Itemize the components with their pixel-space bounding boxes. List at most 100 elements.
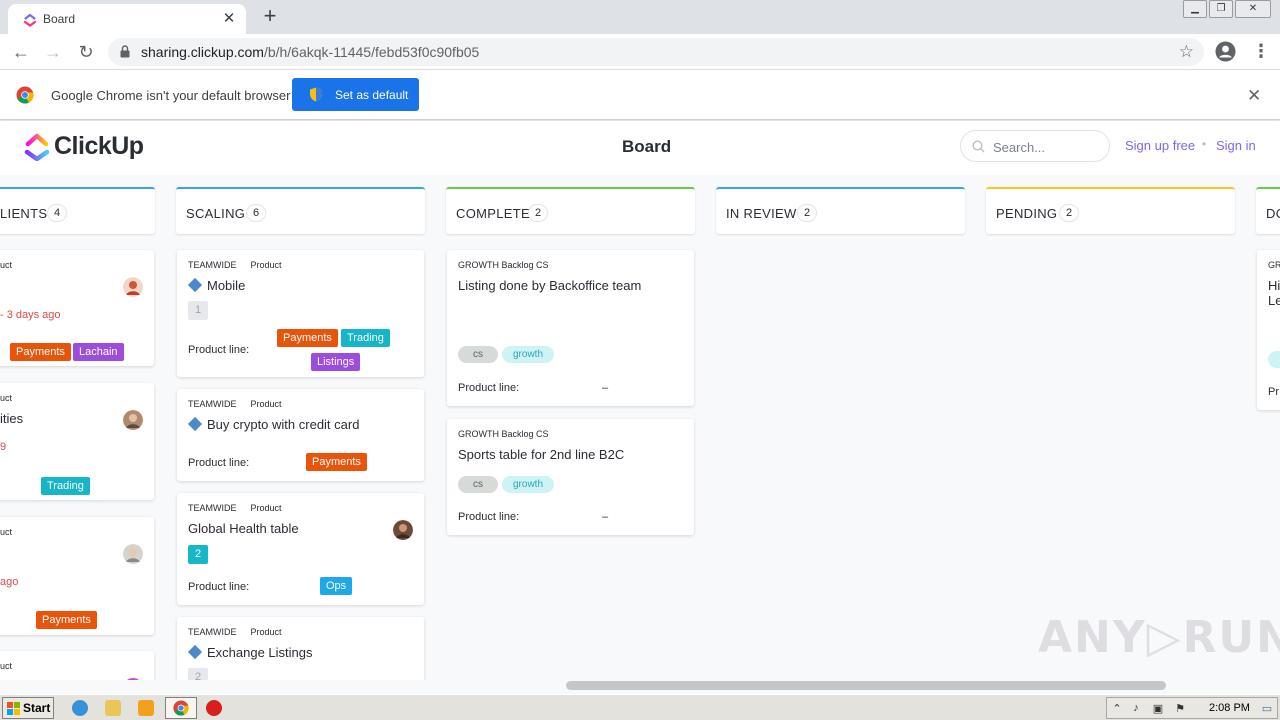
chrome-taskbar-icon: [173, 700, 189, 716]
infobar-close-icon[interactable]: ✕: [1247, 86, 1261, 106]
task-card-mobile[interactable]: TEAMWIDE Product Mobile 1 Product line: P…: [177, 250, 424, 377]
tab-close-icon[interactable]: ✕: [220, 10, 238, 28]
task-card-exchange-listings[interactable]: TEAMWIDE Product Exchange Listings 2: [177, 617, 424, 680]
tag-growth: growth: [502, 476, 554, 493]
subtask-count[interactable]: 1: [188, 301, 208, 320]
tray-expand-icon[interactable]: ⌃: [1110, 702, 1124, 716]
profile-avatar-icon[interactable]: [1215, 41, 1236, 62]
due-date: ago: [0, 576, 19, 588]
crumb-space: TEAMWIDE: [188, 503, 237, 513]
card-title: Buy crypto with credit card: [207, 417, 360, 432]
task-card-sports-table[interactable]: GROWTH Backlog CS Sports table for 2nd l…: [447, 419, 694, 535]
infobar-message: Google Chrome isn't your default browser: [51, 88, 291, 103]
windows-taskbar: Start ⌃ ♪ ▣ ⚑ 2:08 PM ▭: [0, 694, 1280, 720]
tag-trading: Trading: [341, 329, 390, 347]
crumb-list: Product: [250, 399, 282, 409]
volume-icon[interactable]: ♪: [1129, 702, 1143, 716]
task-card[interactable]: uct: [0, 651, 154, 680]
search-icon: [972, 140, 985, 153]
product-line-value: –: [602, 382, 609, 394]
forward-arrow-icon[interactable]: →: [41, 40, 65, 64]
sign-in-link[interactable]: Sign in: [1216, 138, 1256, 153]
clickup-logo-icon: [24, 133, 50, 161]
column-header-pending[interactable]: PENDING 2: [986, 187, 1235, 234]
column-name: DO: [1266, 206, 1280, 221]
flag-icon[interactable]: ⚑: [1173, 702, 1187, 716]
board: LIENTS 4 SCALING 6 COMPLETE 2 IN REVIEW …: [0, 175, 1280, 680]
column-header-do[interactable]: DO: [1256, 187, 1280, 234]
show-desktop-icon[interactable]: ▭: [1260, 702, 1274, 716]
internet-explorer-icon[interactable]: [72, 700, 88, 716]
crumb-list: Product: [250, 627, 282, 637]
task-card[interactable]: GR Hi Le g Pr: [1257, 250, 1280, 410]
assignee-avatar: [123, 678, 143, 680]
search-box[interactable]: [960, 130, 1110, 162]
board-horizontal-scrollbar[interactable]: [566, 681, 1166, 690]
clickup-header: ClickUp Board Sign up free • Sign in: [0, 121, 1280, 175]
card-crumb: TEAMWIDE Product: [188, 503, 282, 513]
card-crumb: TEAMWIDE Product: [188, 399, 282, 409]
crumb-space: TEAMWIDE: [188, 260, 237, 270]
card-crumb: GROWTH Backlog CS: [458, 260, 549, 270]
column-header-in-review[interactable]: IN REVIEW 2: [716, 187, 965, 234]
column-header-clients[interactable]: LIENTS 4: [0, 187, 155, 234]
media-player-icon[interactable]: [138, 700, 154, 716]
network-icon[interactable]: ▣: [1151, 702, 1165, 716]
task-card[interactable]: uct ago Payments: [0, 517, 154, 635]
task-card[interactable]: uct - 3 days ago Payments Lachain: [0, 250, 154, 366]
column-header-scaling[interactable]: SCALING 6: [176, 187, 425, 234]
tag-lachain: Lachain: [73, 343, 124, 361]
search-input[interactable]: [993, 137, 1101, 157]
card-crumb: TEAMWIDE Product: [188, 627, 282, 637]
link-separator: •: [1202, 137, 1207, 151]
product-line-value: –: [602, 511, 609, 523]
card-title: Sports table for 2nd line B2C: [458, 447, 625, 462]
subtask-count[interactable]: 2: [188, 545, 208, 564]
bookmark-star-icon[interactable]: ☆: [1179, 42, 1194, 62]
card-crumb: uct: [0, 260, 13, 270]
task-card-buy-crypto[interactable]: TEAMWIDE Product Buy crypto with credit c…: [177, 389, 424, 481]
sign-up-link[interactable]: Sign up free: [1125, 138, 1195, 153]
task-card[interactable]: uct ities 9 Trading: [0, 383, 154, 500]
browser-tab[interactable]: Board ✕: [8, 4, 246, 34]
column-name: COMPLETE: [456, 206, 530, 221]
stop-app-icon[interactable]: [206, 700, 222, 716]
start-label: Start: [23, 701, 51, 715]
system-tray: ⌃ ♪ ▣ ⚑ 2:08 PM ▭: [1106, 697, 1278, 719]
uac-shield-icon: [310, 87, 322, 102]
close-window-icon[interactable]: ✕: [1235, 0, 1271, 18]
chrome-menu-icon[interactable]: ⋮: [1252, 42, 1270, 62]
back-arrow-icon[interactable]: ←: [9, 40, 33, 64]
set-as-default-button[interactable]: Set as default: [292, 78, 419, 111]
column-header-complete[interactable]: COMPLETE 2: [446, 187, 695, 234]
start-button[interactable]: Start: [2, 697, 54, 719]
tag-cs: cs: [458, 476, 498, 493]
anyrun-watermark: ANY▷RUN: [1038, 612, 1280, 663]
task-status-icon: [187, 277, 203, 293]
subtask-count[interactable]: 2: [188, 668, 208, 680]
address-bar[interactable]: sharing.clickup.com/b/h/6akqk-11445/febd…: [108, 38, 1204, 66]
column-count: 4: [47, 204, 67, 222]
assignee-avatar: [123, 410, 143, 430]
product-line-label: Product line:: [188, 581, 250, 593]
tag-payments: Payments: [36, 611, 97, 629]
minimize-window-icon[interactable]: ▁: [1183, 0, 1207, 18]
default-browser-infobar: Google Chrome isn't your default browser…: [0, 70, 1280, 120]
crumb-space: TEAMWIDE: [188, 399, 237, 409]
card-title: Hi: [1268, 278, 1280, 293]
task-card-global-health[interactable]: TEAMWIDE Product Global Health table 2 Pr…: [177, 493, 424, 605]
task-card-listing-done[interactable]: GROWTH Backlog CS Listing done by Backof…: [447, 250, 694, 406]
tag-listings: Listings: [311, 353, 361, 371]
card-crumb: uct: [0, 661, 13, 671]
clickup-logo[interactable]: ClickUp: [24, 131, 154, 163]
tag-growth: growth: [502, 346, 554, 363]
restore-window-icon[interactable]: ❐: [1209, 0, 1233, 18]
url-text: sharing.clickup.com/b/h/6akqk-11445/febd…: [141, 44, 479, 60]
file-explorer-icon[interactable]: [105, 700, 121, 716]
chrome-taskbar-button[interactable]: [165, 697, 197, 719]
reload-icon[interactable]: ↻: [74, 40, 98, 64]
new-tab-icon[interactable]: +: [258, 5, 282, 29]
windows-logo-icon: [7, 702, 20, 715]
card-crumb: GR: [1268, 260, 1280, 270]
tag-ops: Ops: [320, 577, 353, 595]
